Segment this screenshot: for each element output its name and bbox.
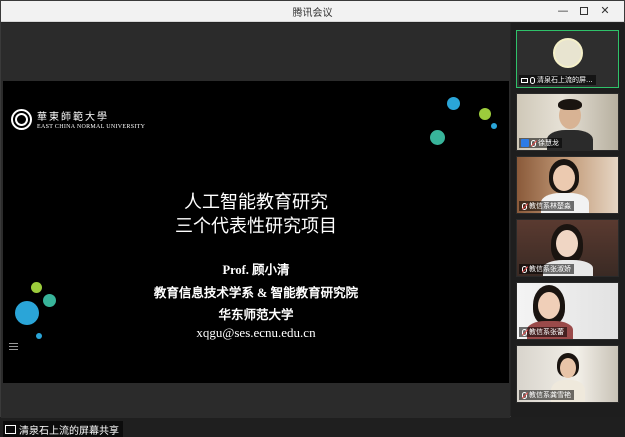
participant-name-tag: 教信系龚雪艳 [519,390,574,400]
participant-name: 清泉石上流的屏... [537,76,593,84]
participant-hair [558,99,582,110]
slide-author: Prof. 顾小清 [222,263,290,277]
participant-face [538,292,560,319]
participant-tile[interactable]: 教信系龚雪艳 [516,345,619,403]
mic-off-icon [522,265,527,273]
screen-share-label: 清泉石上流的屏幕共享 [3,421,123,437]
maximize-icon [580,7,588,15]
participant-name: 教信系龚雪艳 [529,391,571,399]
university-logo: 華東師範大學 EAST CHINA NORMAL UNIVERSITY [11,108,145,130]
title-bar: 腾讯会议 — ✕ [1,1,624,22]
participant-tile[interactable]: 清泉石上流的屏... [516,30,619,88]
seal-icon [11,108,32,130]
participant-avatar [553,38,583,68]
participant-name-tag: 清泉石上流的屏... [519,75,596,85]
participant-panel: 清泉石上流的屏... 徐慧龙 教信系林楚淼 教信系张淑娇 教信系张蕾 教信系龚雪… [511,23,625,417]
decor-dot-green-top [430,130,445,145]
meeting-window: 腾讯会议 — ✕ 華東師範大學 EAST CHINA NORMAL UNIVER… [0,0,625,437]
mic-off-icon [522,391,527,399]
slide-menu-icon [9,343,18,350]
decor-dot-lime-top [479,108,491,120]
participant-face [556,230,578,257]
participant-face [560,358,576,378]
participant-name-tag: 教信系林楚淼 [519,201,574,211]
minimize-button[interactable]: — [555,3,571,19]
slide-department: 教育信息技术学系 & 智能教育研究院 [153,286,359,300]
participant-name-tag: 教信系张淑娇 [519,264,574,274]
participant-tile[interactable]: 教信系张淑娇 [516,219,619,277]
mic-off-icon [522,202,527,210]
slide-university: 华东师范大学 [218,308,294,322]
participant-name-tag: 徐慧龙 [519,138,562,148]
user-icon [521,139,529,147]
slide-title-line2: 三个代表性研究项目 [175,216,337,237]
maximize-button[interactable] [576,3,592,19]
close-button[interactable]: ✕ [597,3,613,19]
decor-dot-blue-small [491,123,497,129]
participant-name: 教信系林楚淼 [529,202,571,210]
participant-tile[interactable]: 徐慧龙 [516,93,619,151]
participant-face [553,165,575,191]
slide-title-line1: 人工智能教育研究 [184,192,328,213]
screen-share-icon [5,424,16,434]
participant-name: 教信系张蕾 [529,328,564,336]
participant-name: 徐慧龙 [538,139,559,147]
window-title: 腾讯会议 [292,8,333,19]
mic-icon [530,76,535,84]
mic-off-icon [522,328,527,336]
participant-name-tag: 教信系张蕾 [519,327,567,337]
slide-email: xqgu@ses.ecnu.edu.cn [196,325,316,340]
logo-english-name: EAST CHINA NORMAL UNIVERSITY [37,124,146,130]
mic-off-icon [531,139,536,147]
decor-dot-blue-top [447,97,460,110]
screen-share-text: 清泉石上流的屏幕共享 [19,425,119,437]
participant-tile[interactable]: 教信系张蕾 [516,282,619,340]
participant-name: 教信系张淑娇 [529,265,571,273]
screen-icon [521,77,528,83]
presentation-slide: 華東師範大學 EAST CHINA NORMAL UNIVERSITY 人工智能… [3,81,509,383]
shared-screen-area[interactable]: 華東師範大學 EAST CHINA NORMAL UNIVERSITY 人工智能… [1,23,510,437]
logo-chinese-name: 華東師範大學 [37,112,109,123]
participant-tile[interactable]: 教信系林楚淼 [516,156,619,214]
